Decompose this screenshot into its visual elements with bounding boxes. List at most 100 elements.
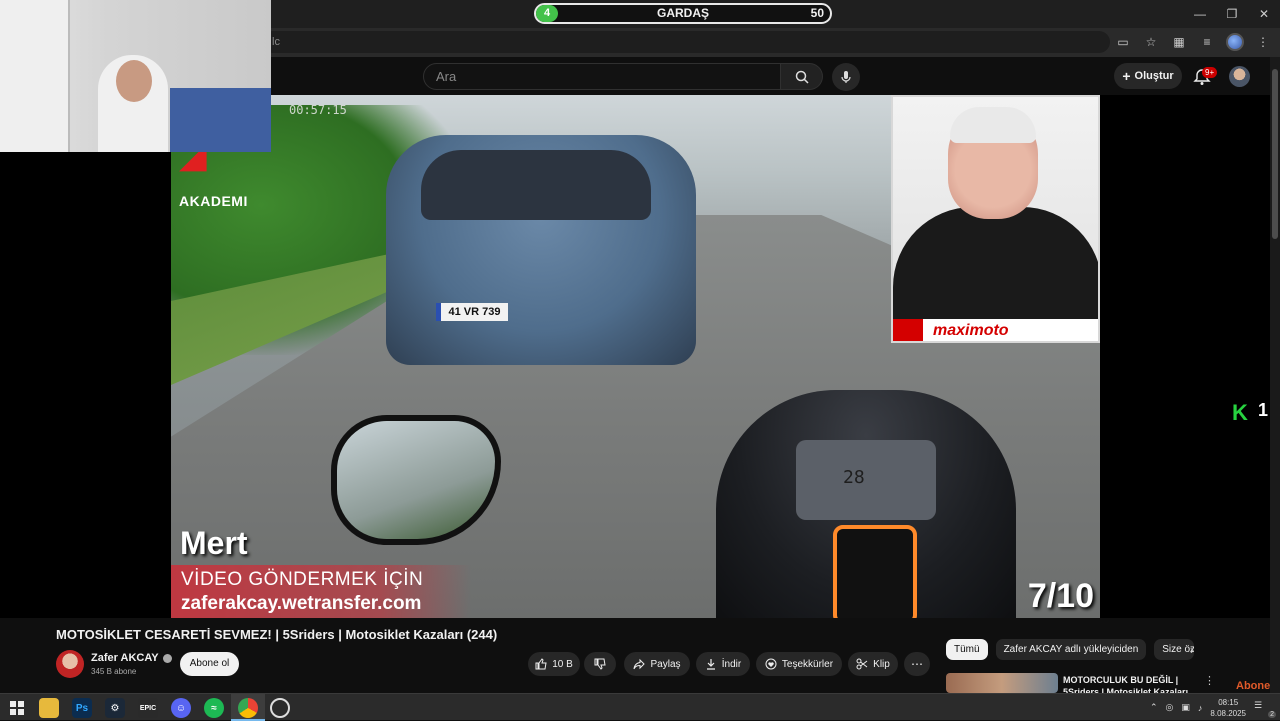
channel-avatar[interactable] — [56, 650, 84, 678]
clip-label: Klip — [873, 658, 890, 670]
license-plate: 41 VR 739 — [436, 303, 508, 321]
search-icon — [795, 70, 809, 84]
scissors-icon — [856, 658, 868, 670]
address-input[interactable]: lc — [262, 31, 1110, 53]
send-video-heading: VİDEO GÖNDERMEK İÇİN — [181, 569, 424, 590]
recommendation-menu-icon[interactable]: ⋮ — [1204, 674, 1215, 687]
poll-bar: 4 GARDAŞ 50 — [534, 3, 832, 24]
notification-badge: 9+ — [1202, 67, 1218, 78]
webcam-head — [116, 60, 152, 102]
microphone-icon — [841, 71, 851, 83]
notification-center-icon[interactable]: ☰ 2 — [1254, 700, 1276, 718]
maximoto-logo-icon — [893, 319, 923, 341]
channel-name[interactable]: Zafer AKCAY — [91, 652, 172, 664]
epic-games-icon[interactable]: EPIC — [138, 698, 158, 718]
like-count: 10 B — [552, 658, 573, 670]
send-video-url: zaferakcay.wetransfer.com — [181, 593, 422, 614]
obs-icon[interactable] — [270, 698, 290, 718]
close-icon[interactable]: ✕ — [1248, 0, 1280, 28]
minimize-icon[interactable]: — — [1184, 0, 1216, 28]
discord-icon[interactable]: ☺ — [171, 698, 191, 718]
search-button[interactable] — [781, 63, 823, 90]
window-controls: — ❐ ✕ — [1184, 0, 1280, 28]
tray-mic-icon[interactable]: ◎ — [1166, 702, 1174, 713]
car-rear-window — [421, 150, 651, 220]
thanks-heart-icon — [765, 658, 777, 670]
share-button[interactable]: Paylaş — [624, 652, 690, 676]
extensions-icon[interactable]: ▦ — [1170, 32, 1188, 52]
account-avatar[interactable] — [1229, 66, 1250, 87]
plus-icon: + — [1122, 68, 1131, 84]
clip-counter: 7/10 — [1027, 577, 1094, 615]
voice-search-button[interactable] — [832, 63, 860, 91]
cast-icon[interactable]: ▭ — [1114, 32, 1132, 52]
tray-network-icon[interactable]: ▣ — [1181, 702, 1190, 713]
spotify-icon[interactable]: ≈ — [204, 698, 224, 718]
more-actions-button[interactable]: ⋯ — [904, 652, 930, 676]
steam-icon[interactable]: ⚙ — [105, 698, 125, 718]
photoshop-icon[interactable]: Ps — [72, 698, 92, 718]
akademi-text: AKADEMI — [179, 193, 248, 209]
thumbs-down-icon — [594, 658, 606, 670]
tray-expand-icon[interactable]: ⌃ — [1150, 702, 1158, 713]
sender-name: Mert — [180, 525, 248, 561]
scrollbar-thumb[interactable] — [1272, 69, 1278, 239]
search-input[interactable]: Ara — [423, 63, 781, 90]
clock-date: 8.08.2025 — [1210, 708, 1246, 718]
file-explorer-icon[interactable] — [39, 698, 59, 718]
windows-taskbar: Ps ⚙ EPIC ☺ ≈ ⌃ ◎ ▣ ♪ 08:15 8.08.2025 ☰ 2 — [0, 693, 1280, 721]
page-scrollbar[interactable] — [1270, 57, 1280, 693]
restore-icon[interactable]: ❐ — [1216, 0, 1248, 28]
video-frame[interactable]: 41 VR 739 28 00:57:15 ◢ AKADEMI Mert VİD… — [171, 95, 1100, 618]
recommendation-thumbnail[interactable] — [946, 673, 1058, 693]
commentator-hair — [950, 107, 1036, 143]
speed-readout: 28 — [843, 467, 865, 488]
poll-right-value: 50 — [810, 6, 824, 20]
download-button[interactable]: İndir — [696, 652, 750, 676]
chevron-right-icon[interactable]: › — [1190, 643, 1194, 657]
chip-from-uploader[interactable]: Zafer AKCAY adlı yükleyiciden — [995, 639, 1147, 660]
thumbs-up-icon — [535, 658, 547, 670]
recording-timestamp: 00:57:15 — [289, 103, 347, 117]
poll-title: GARDAŞ — [656, 6, 709, 20]
verified-icon — [162, 653, 172, 663]
video-title: MOTOSİKLET CESARETİ SEVMEZ! | 5Sriders |… — [56, 627, 498, 642]
commentator-pip: maximoto — [891, 95, 1100, 343]
more-horizontal-icon: ⋯ — [911, 657, 923, 671]
pip-brand-bar: maximoto — [893, 319, 1098, 341]
share-icon — [633, 658, 646, 670]
video-player[interactable]: 41 VR 739 28 00:57:15 ◢ AKADEMI Mert VİD… — [0, 95, 1270, 704]
create-button[interactable]: + Oluştur — [1114, 63, 1182, 89]
system-tray: ⌃ ◎ ▣ ♪ 08:15 8.08.2025 ☰ 2 — [1150, 694, 1280, 721]
subscriber-count: 345 B abone — [91, 667, 137, 676]
chip-for-you[interactable]: Size özel — [1154, 639, 1195, 660]
notification-center-count: 2 — [1268, 710, 1276, 718]
browser-menu-icon[interactable]: ⋮ — [1254, 32, 1272, 52]
thanks-button[interactable]: Teşekkürler — [756, 652, 842, 676]
browser-toolbar-icons: ▭ ☆ ▦ ≡ ⋮ — [1114, 32, 1272, 52]
webcam-wardrobe — [0, 0, 70, 152]
chrome-icon[interactable] — [238, 698, 258, 718]
profile-avatar[interactable] — [1226, 32, 1244, 52]
dashboard-screen — [796, 440, 936, 520]
webcam-bed — [170, 88, 271, 152]
mounted-phone — [833, 525, 917, 618]
thanks-label: Teşekkürler — [781, 658, 834, 670]
recommendation-title[interactable]: MOTORCULUK BU DEĞİL | 5Sriders | Motosik… — [1063, 674, 1191, 694]
windows-start-icon[interactable] — [7, 698, 27, 718]
subscribe-button[interactable]: Abone ol — [180, 652, 239, 676]
streamer-webcam — [0, 0, 271, 152]
bookmark-star-icon[interactable]: ☆ — [1142, 32, 1160, 52]
like-button[interactable]: 10 B — [528, 652, 580, 676]
chip-all[interactable]: Tümü — [946, 639, 988, 660]
clock-time: 08:15 — [1218, 697, 1239, 707]
viewer-count: 1 — [1258, 400, 1269, 420]
dislike-button[interactable] — [584, 652, 616, 676]
tray-volume-icon[interactable]: ♪ — [1198, 703, 1203, 713]
clip-button[interactable]: Klip — [848, 652, 898, 676]
create-label: Oluştur — [1134, 70, 1174, 82]
download-label: İndir — [721, 658, 742, 670]
download-icon — [706, 659, 715, 670]
clock[interactable]: 08:15 8.08.2025 — [1210, 697, 1246, 719]
media-queue-icon[interactable]: ≡ — [1198, 32, 1216, 52]
